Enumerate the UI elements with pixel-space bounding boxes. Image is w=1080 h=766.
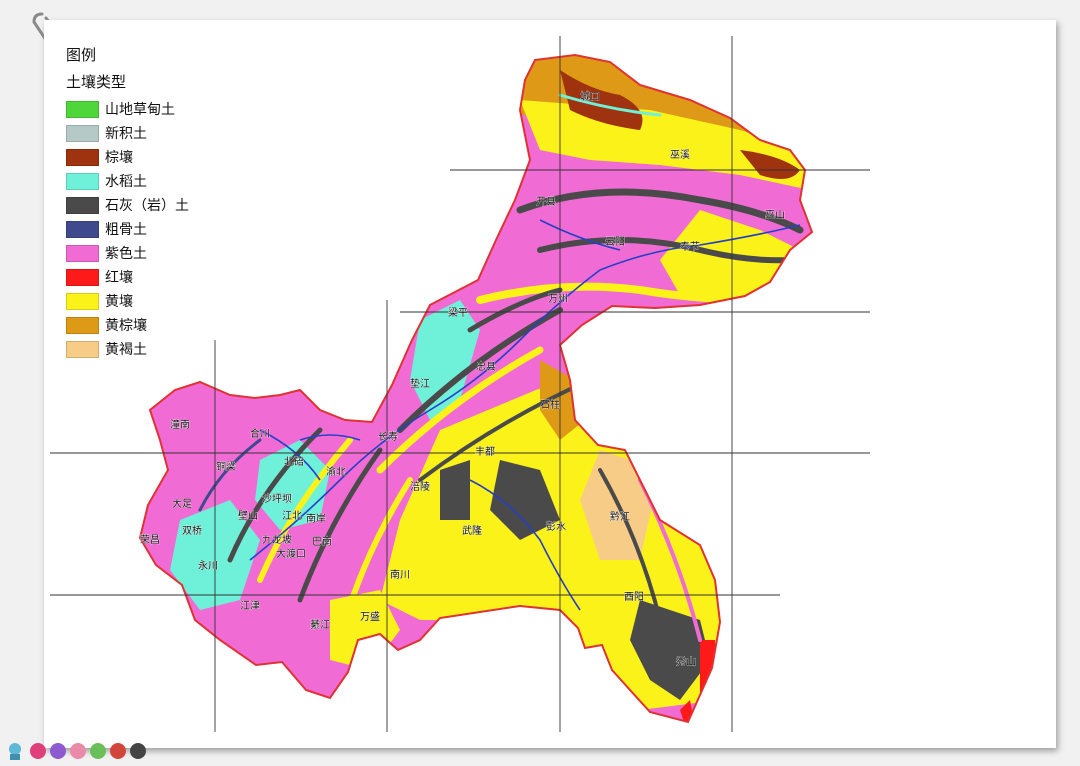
place-label: 九龙坡 — [262, 533, 292, 546]
legend-label: 红壤 — [105, 270, 133, 286]
legend-label: 新积土 — [105, 126, 147, 142]
legend-swatch — [66, 124, 99, 142]
mascot-icon — [9, 743, 21, 760]
legend-item: 新积土 — [66, 121, 189, 145]
soil-limestone-fuling — [440, 460, 470, 520]
legend-label: 粗骨土 — [105, 222, 147, 238]
place-label: 丰都 — [475, 445, 495, 458]
legend-swatch — [66, 148, 99, 166]
legend-item: 紫色土 — [66, 241, 189, 265]
legend-label: 黄棕壤 — [105, 318, 147, 334]
legend-swatch — [66, 100, 99, 118]
place-label: 万州 — [548, 293, 568, 305]
place-label: 黔江 — [610, 510, 630, 523]
place-label: 垫江 — [410, 377, 430, 390]
legend-label: 黄褐土 — [105, 342, 147, 358]
star-icon — [50, 743, 66, 759]
legend-item: 黄棕壤 — [66, 313, 189, 337]
place-label: 万盛 — [360, 610, 380, 623]
legend-swatch — [66, 292, 99, 310]
place-label: 武隆 — [462, 524, 482, 537]
legend-swatch — [66, 340, 99, 358]
place-label: 忠县 — [476, 361, 496, 373]
place-label: 梁平 — [448, 306, 468, 319]
place-label: 城口 — [580, 91, 600, 103]
legend-label: 山地草甸土 — [105, 102, 175, 118]
place-label: 江津 — [240, 600, 260, 612]
place-label: 江北 — [282, 510, 302, 522]
place-label: 奉节 — [680, 240, 700, 253]
place-label: 南岸 — [306, 512, 326, 525]
legend-subtitle: 土壤类型 — [66, 73, 127, 91]
legend-item: 棕壤 — [66, 145, 189, 169]
place-label: 巫溪 — [670, 149, 690, 161]
legend-swatch — [66, 316, 99, 334]
legend-item: 红壤 — [66, 265, 189, 289]
place-label: 北碚 — [284, 455, 304, 468]
place-label: 巴南 — [312, 535, 332, 548]
place-label: 潼南 — [170, 418, 190, 431]
place-label: 綦江 — [310, 618, 330, 631]
place-label: 石柱 — [540, 398, 560, 411]
footer-icons — [4, 740, 146, 762]
place-label: 合川 — [250, 427, 270, 440]
place-label: 大渡口 — [276, 547, 306, 560]
legend-label: 石灰（岩）土 — [105, 198, 189, 214]
place-label: 沙坪坝 — [262, 492, 292, 505]
legend: 图例 土壤类型 山地草甸土 新积土 棕壤 水稻土 石灰（岩）土 粗骨土 紫色土 … — [66, 44, 189, 361]
place-label: 涪陵 — [410, 480, 430, 493]
heart-icon — [30, 743, 46, 759]
place-label: 永川 — [198, 559, 218, 572]
legend-item: 石灰（岩）土 — [66, 193, 189, 217]
legend-item: 黄褐土 — [66, 337, 189, 361]
legend-swatch — [66, 268, 99, 286]
place-label: 大足 — [172, 497, 192, 510]
place-label: 壁山 — [238, 509, 258, 522]
place-label: 秀山 — [676, 656, 696, 668]
place-label: 巫山 — [765, 209, 785, 221]
legend-swatch — [66, 244, 99, 262]
place-label: 铜梁 — [216, 460, 236, 473]
leaf-icon — [90, 743, 106, 759]
legend-item: 水稻土 — [66, 169, 189, 193]
legend-label: 紫色土 — [105, 246, 147, 262]
legend-item: 粗骨土 — [66, 217, 189, 241]
eye-icon — [130, 743, 146, 759]
place-label: 云阳 — [605, 236, 625, 248]
place-label: 荣昌 — [140, 534, 160, 546]
legend-label: 棕壤 — [105, 150, 133, 166]
place-label: 彭水 — [546, 520, 566, 533]
place-label: 开县 — [536, 196, 556, 208]
legend-title: 图例 — [66, 46, 97, 64]
place-label: 渝北 — [326, 465, 346, 478]
legend-swatch — [66, 220, 99, 238]
legend-swatch — [66, 196, 99, 214]
legend-item: 山地草甸土 — [66, 97, 189, 121]
place-label: 酉阳 — [624, 591, 644, 603]
place-label: 南川 — [390, 568, 410, 581]
flower-icon — [110, 743, 126, 759]
legend-label: 黄壤 — [105, 294, 133, 310]
gift-icon — [70, 743, 86, 759]
legend-label: 水稻土 — [105, 174, 147, 190]
legend-item: 黄壤 — [66, 289, 189, 313]
legend-swatch — [66, 172, 99, 190]
place-label: 双桥 — [182, 525, 202, 537]
place-label: 长寿 — [378, 430, 398, 443]
